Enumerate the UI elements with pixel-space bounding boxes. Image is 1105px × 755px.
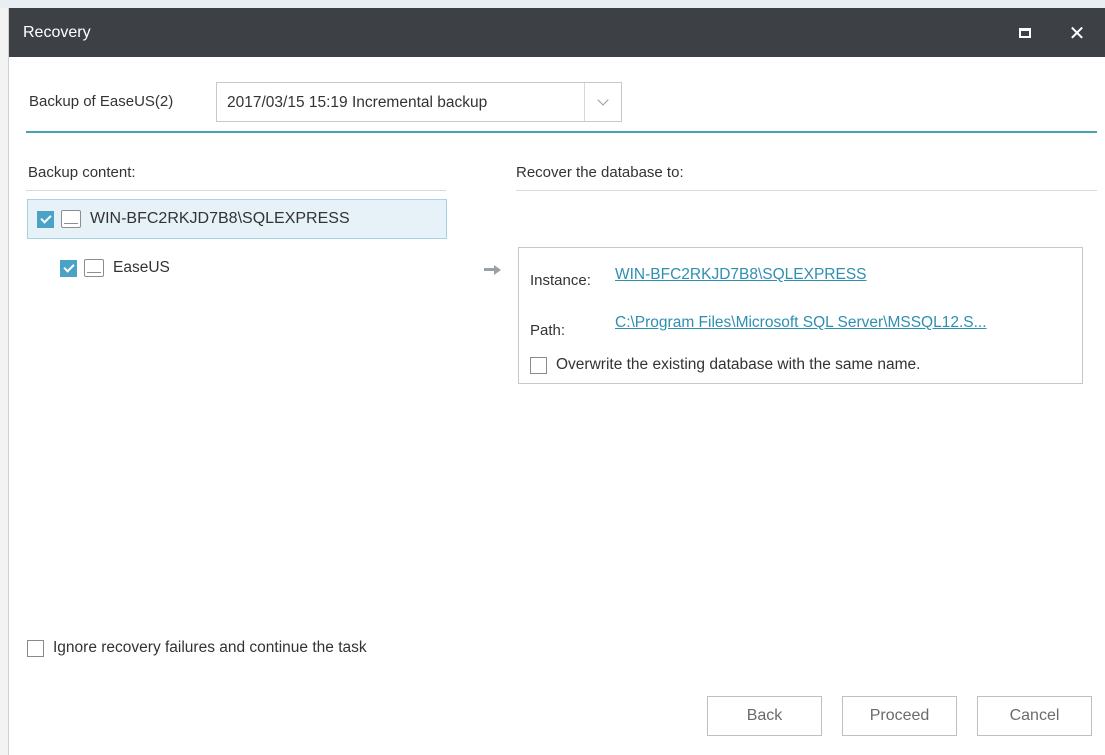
tree-item-instance[interactable]: WIN-BFC2RKJD7B8\SQLEXPRESS [27, 199, 447, 239]
title-bar: Recovery ✕ [9, 8, 1105, 57]
database-checkbox[interactable] [60, 259, 77, 277]
window-title: Recovery [23, 24, 91, 41]
path-label: Path: [530, 322, 566, 339]
proceed-button[interactable]: Proceed [842, 696, 957, 736]
drive-icon [84, 259, 104, 277]
background-window-edge [0, 8, 9, 755]
ignore-failures-option[interactable]: Ignore recovery failures and continue th… [27, 639, 367, 657]
backup-source-label: Backup of EaseUS(2) [29, 93, 174, 110]
overwrite-checkbox[interactable] [530, 356, 547, 374]
recover-to-divider [516, 190, 1097, 191]
cancel-button[interactable]: Cancel [977, 696, 1092, 736]
header-divider [26, 131, 1097, 133]
instance-link[interactable]: WIN-BFC2RKJD7B8\SQLEXPRESS [615, 266, 867, 284]
checkmark-icon [39, 211, 52, 224]
tree-item-label: EaseUS [113, 259, 170, 276]
path-link[interactable]: C:\Program Files\Microsoft SQL Server\MS… [615, 314, 987, 332]
dropdown-arrow[interactable] [584, 83, 621, 121]
overwrite-label: Overwrite the existing database with the… [556, 356, 921, 373]
recover-to-heading: Recover the database to: [516, 164, 684, 181]
instance-label: Instance: [530, 272, 591, 289]
overwrite-option[interactable]: Overwrite the existing database with the… [530, 356, 920, 374]
backup-version-value: 2017/03/15 15:19 Incremental backup [227, 94, 488, 111]
backup-content-divider [26, 190, 446, 191]
instance-checkbox[interactable] [37, 210, 54, 228]
recovery-target-panel: Instance: WIN-BFC2RKJD7B8\SQLEXPRESS Pat… [518, 247, 1083, 384]
tree-item-database[interactable]: EaseUS [60, 255, 170, 281]
maximize-button[interactable] [1010, 19, 1040, 47]
close-button[interactable]: ✕ [1062, 19, 1092, 47]
ignore-failures-checkbox[interactable] [27, 639, 44, 657]
ignore-failures-label: Ignore recovery failures and continue th… [53, 639, 367, 656]
arrow-right-icon [484, 265, 501, 275]
background-window-strip [0, 0, 1105, 8]
drive-icon [61, 210, 81, 228]
chevron-down-icon [597, 94, 609, 106]
back-button[interactable]: Back [707, 696, 822, 736]
checkmark-icon [62, 260, 75, 273]
backup-content-heading: Backup content: [28, 164, 136, 181]
tree-item-label: WIN-BFC2RKJD7B8\SQLEXPRESS [90, 210, 350, 227]
recovery-dialog: Recovery ✕ Backup of EaseUS(2) 2017/03/1… [9, 8, 1105, 755]
backup-version-dropdown[interactable]: 2017/03/15 15:19 Incremental backup [216, 82, 622, 122]
close-icon: ✕ [1068, 21, 1086, 45]
maximize-icon [1019, 28, 1031, 38]
